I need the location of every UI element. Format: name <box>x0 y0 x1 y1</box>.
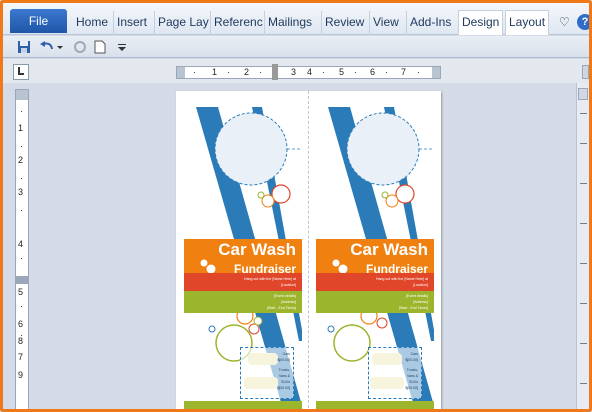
price-text: $[00.00] <box>277 358 290 362</box>
tab-design[interactable]: Design <box>458 10 504 35</box>
door-hanger-right[interactable]: Car Wash Fundraiser Hang out with the [N… <box>316 91 434 409</box>
bottom-band <box>316 401 434 409</box>
title-band: Car Wash Fundraiser <box>184 239 302 276</box>
red-band: Hang out with the [Name Here] at [Locati… <box>184 273 302 291</box>
bubble <box>381 191 389 199</box>
green-band: [Event details] [Address] [Start - End T… <box>316 291 434 313</box>
band-text: [Location] <box>412 283 428 287</box>
ruler-number: 6 <box>370 67 376 77</box>
band-text: [Start - End Times] <box>399 306 428 310</box>
new-document-icon[interactable] <box>94 40 108 54</box>
tab-layout[interactable]: Layout <box>505 10 550 35</box>
price-text: SUVs <box>409 380 418 384</box>
undo-dropdown-icon[interactable] <box>56 40 70 54</box>
ribbon-tab-bar: File Home Insert Page Lay Referenc Maili… <box>3 3 589 35</box>
band-text: [Location] <box>280 283 296 287</box>
heart-icon[interactable]: ♡ <box>559 15 570 29</box>
band-text: Hang out with the [Name Here] at <box>376 277 428 281</box>
price-text: Trucks, <box>278 368 290 372</box>
tab-page-layout[interactable]: Page Lay <box>154 11 212 35</box>
band-text: [Address] <box>281 300 296 304</box>
band-text: [Event details] <box>406 294 428 298</box>
ruler-number: 5 <box>18 287 24 297</box>
bubble <box>327 325 335 333</box>
customize-toolbar-icon[interactable] <box>117 40 131 54</box>
undo-icon[interactable] <box>39 40 53 54</box>
ruler-number: 7 <box>18 352 24 362</box>
bubble <box>248 323 260 335</box>
ruler-number: 2 <box>244 67 250 77</box>
ruler-number: 3 <box>18 187 24 197</box>
bubble <box>333 324 371 362</box>
price-box[interactable]: Cars $[00.00] Trucks, Vans & SUVs $[00.0… <box>368 347 422 399</box>
scroll-thumb[interactable] <box>578 88 588 100</box>
ruler-number: 7 <box>401 67 407 77</box>
price-text: Trucks, <box>406 368 418 372</box>
price-box[interactable]: Cars $[00.00] Trucks, Vans & SUVs $[00.0… <box>240 347 294 399</box>
title-band: Car Wash Fundraiser <box>316 239 434 276</box>
tab-view[interactable]: View <box>369 11 402 35</box>
bubble <box>376 317 388 329</box>
flyer-title: Car Wash <box>350 240 428 259</box>
ruler-number: 2 <box>18 155 24 165</box>
redo-icon[interactable] <box>73 40 87 54</box>
price-text: Vans & <box>278 374 290 378</box>
view-ruler-toggle[interactable] <box>582 65 589 79</box>
ruler-number: 9 <box>18 370 24 380</box>
bubble <box>271 184 291 204</box>
app-window: File Home Insert Page Lay Referenc Maili… <box>0 0 592 412</box>
tab-mailings[interactable]: Mailings <box>264 11 315 35</box>
bubble <box>253 316 263 326</box>
ruler-number: 4 <box>18 239 24 249</box>
tab-selector-icon[interactable] <box>13 64 29 80</box>
band-text: Hang out with the [Name Here] at <box>244 277 296 281</box>
save-icon[interactable] <box>17 40 31 54</box>
band-text: [Event details] <box>274 294 296 298</box>
ruler-number: 4 <box>307 67 313 77</box>
tab-home[interactable]: Home <box>73 11 111 35</box>
ruler-number: 5 <box>339 67 345 77</box>
document-page[interactable]: Car Wash Fundraiser Hang out with the [N… <box>176 91 441 409</box>
bubble <box>208 325 216 333</box>
flyer-title: Car Wash <box>218 240 296 259</box>
green-band: [Event details] [Address] [Start - End T… <box>184 291 302 313</box>
ruler-number: 6 <box>18 319 24 329</box>
price-text: Vans & <box>406 374 418 378</box>
cut-line <box>308 91 309 409</box>
ruler-number: 1 <box>18 123 24 133</box>
red-band: Hang out with the [Name Here] at [Locati… <box>316 273 434 291</box>
tab-insert[interactable]: Insert <box>113 11 150 35</box>
ruler-number: 3 <box>291 67 297 77</box>
band-text: [Start - End Times] <box>267 306 296 310</box>
horizontal-ruler[interactable]: 1 2 3 4 5 6 7 <box>176 64 441 80</box>
bubble <box>395 184 415 204</box>
bottom-band <box>184 401 302 409</box>
tab-references[interactable]: Referenc <box>210 11 266 35</box>
help-icon[interactable]: ? <box>577 14 589 30</box>
ruler-number: 1 <box>212 67 218 77</box>
price-text: $[00.00] <box>405 386 418 390</box>
price-text: $[00.00] <box>277 386 290 390</box>
price-text: SUVs <box>281 380 290 384</box>
door-hole-circle <box>214 112 288 186</box>
indent-marker[interactable] <box>272 64 278 80</box>
tab-file[interactable]: File <box>10 9 67 33</box>
bubble <box>257 191 265 199</box>
tab-add-ins[interactable]: Add-Ins <box>406 11 454 35</box>
vertical-ruler[interactable]: 1 2 3 4 5 6 7 8 9 <box>15 89 29 409</box>
vertical-scrollbar[interactable] <box>576 83 589 409</box>
quick-access-toolbar <box>3 36 589 58</box>
tab-review[interactable]: Review <box>321 11 367 35</box>
ruler-row: 1 2 3 4 5 6 7 <box>3 59 589 83</box>
door-hole-circle <box>346 112 420 186</box>
ruler-number: 8 <box>18 336 24 346</box>
door-hanger-left[interactable]: Car Wash Fundraiser Hang out with the [N… <box>184 91 302 409</box>
price-text: Cars <box>410 352 418 356</box>
price-text: Cars <box>282 352 290 356</box>
band-text: [Address] <box>413 300 428 304</box>
price-text: $[00.00] <box>405 358 418 362</box>
